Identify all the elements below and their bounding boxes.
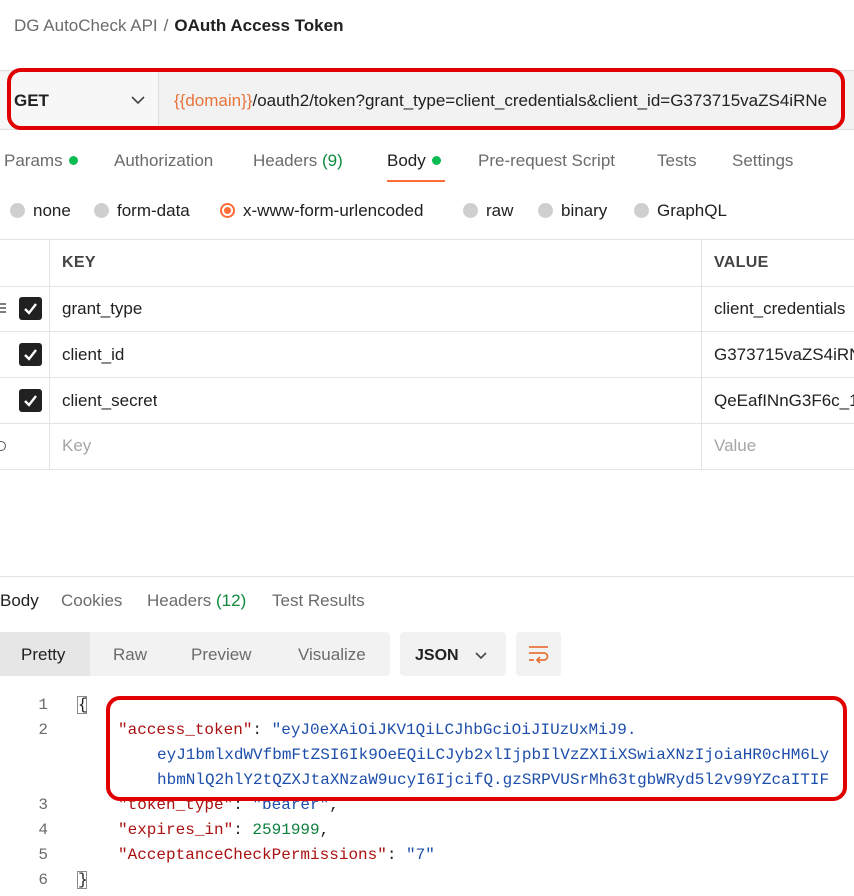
json-number-value: 2591999 <box>252 821 320 839</box>
param-value[interactable]: G373715vaZS4iRN <box>714 345 854 365</box>
wrap-lines-button[interactable] <box>516 632 561 676</box>
tab-headers-count: (9) <box>322 151 343 170</box>
wrap-lines-icon <box>529 646 549 664</box>
close-brace: } <box>77 871 88 889</box>
url-path: /oauth2/token?grant_type=client_credenti… <box>252 91 828 110</box>
param-key[interactable]: client_secret <box>62 391 157 411</box>
tab-params[interactable]: Params <box>4 151 78 171</box>
breadcrumb: DG AutoCheck API / OAuth Access Token <box>14 16 343 36</box>
checkmark-icon <box>24 395 37 407</box>
response-tab-test-results[interactable]: Test Results <box>272 591 365 611</box>
response-tab-headers-label: Headers <box>147 591 212 610</box>
body-type-graphql-label: GraphQL <box>657 201 727 220</box>
body-type-raw[interactable]: raw <box>463 201 513 221</box>
line-number: 2 <box>38 721 48 739</box>
json-string-value: "eyJ0eXAiOiJKV1QiLCJhbGciOiJIUzUxMiJ9. <box>271 721 637 739</box>
body-type-none-label: none <box>33 201 71 220</box>
request-title[interactable]: OAuth Access Token <box>174 16 343 35</box>
view-mode-visualize[interactable]: Visualize <box>298 645 366 665</box>
chevron-down-icon[interactable] <box>130 92 146 108</box>
access-token-continuation: eyJ1bmlxdWVfbmFtZSI6Ik9OeEQiLCJyb2xlIjpb… <box>157 746 830 764</box>
response-divider <box>0 576 854 577</box>
response-headers-count: (12) <box>216 591 247 610</box>
json-key: "expires_in" <box>118 821 234 839</box>
tab-pre-request-script[interactable]: Pre-request Script <box>478 151 615 171</box>
response-tab-headers[interactable]: Headers (12) <box>147 591 246 611</box>
body-status-dot-icon <box>431 156 441 166</box>
line-number: 5 <box>38 846 48 864</box>
tab-headers[interactable]: Headers (9) <box>253 151 343 171</box>
view-mode-raw[interactable]: Raw <box>113 645 147 665</box>
tab-body[interactable]: Body <box>387 151 441 171</box>
method-label: GET <box>14 91 49 110</box>
body-type-binary-label: binary <box>561 201 608 220</box>
checkmark-icon <box>24 303 37 315</box>
tab-authorization[interactable]: Authorization <box>114 151 213 171</box>
body-type-raw-label: raw <box>486 201 514 220</box>
param-value[interactable]: QeEafINnG3F6c_1 <box>714 391 854 411</box>
column-header-key: KEY <box>62 254 96 271</box>
row-checkbox[interactable] <box>19 343 42 366</box>
radio-icon <box>463 203 478 219</box>
checkmark-icon <box>24 349 37 361</box>
body-type-none[interactable]: none <box>10 201 71 221</box>
line-number: 6 <box>38 871 48 889</box>
body-type-form-data[interactable]: form-data <box>94 201 190 221</box>
body-type-urlencoded-label: x-www-form-urlencoded <box>243 201 424 220</box>
body-type-binary[interactable]: binary <box>538 201 607 221</box>
row-checkbox[interactable] <box>19 389 42 412</box>
format-label: JSON <box>415 647 459 664</box>
breadcrumb-separator: / <box>163 16 169 35</box>
body-type-graphql[interactable]: GraphQL <box>634 201 727 221</box>
params-status-dot-icon <box>68 156 78 166</box>
open-brace: { <box>77 696 88 714</box>
body-type-form-data-label: form-data <box>117 201 190 220</box>
url-input[interactable]: {{domain}}/oauth2/token?grant_type=clien… <box>174 91 854 111</box>
code-line-token-type: "token_type": "bearer", <box>118 796 339 814</box>
active-tab-underline <box>387 180 445 182</box>
tab-tests[interactable]: Tests <box>657 151 697 171</box>
param-value[interactable]: client_credentials <box>714 299 854 319</box>
drag-handle-icon[interactable] <box>0 301 8 315</box>
radio-icon <box>634 203 649 219</box>
json-key: "access_token" <box>118 721 253 739</box>
column-header-value: VALUE <box>714 254 769 271</box>
param-key[interactable]: grant_type <box>62 299 142 319</box>
body-type-urlencoded[interactable]: x-www-form-urlencoded <box>220 201 423 221</box>
response-tab-cookies[interactable]: Cookies <box>61 591 122 611</box>
response-tab-body[interactable]: Body <box>0 591 39 611</box>
line-number: 3 <box>38 796 48 814</box>
chevron-down-icon <box>475 652 487 660</box>
radio-icon <box>538 203 553 219</box>
tab-settings[interactable]: Settings <box>732 151 793 171</box>
tab-headers-label: Headers <box>253 151 318 170</box>
line-number: 1 <box>38 696 48 714</box>
new-value-input[interactable]: Value <box>714 436 756 456</box>
json-key: "AcceptanceCheckPermissions" <box>118 846 387 864</box>
radio-icon <box>94 203 109 219</box>
code-line-expires-in: "expires_in": 2591999, <box>118 821 330 839</box>
url-domain-variable: {{domain}} <box>174 91 253 110</box>
json-key: "token_type" <box>118 796 234 814</box>
param-key[interactable]: client_id <box>62 345 124 365</box>
code-line-permissions: "AcceptanceCheckPermissions": "7" <box>118 846 435 864</box>
column-divider <box>701 239 702 470</box>
access-token-continuation: hbmNlQ2hlY2tQZXJtaXNzaW9ucyI6IjcifQ.gzSR… <box>157 771 830 789</box>
radio-icon <box>10 203 25 219</box>
tab-params-label: Params <box>4 151 63 170</box>
column-divider <box>49 239 50 470</box>
view-mode-preview[interactable]: Preview <box>191 645 251 665</box>
new-key-input[interactable]: Key <box>62 436 91 456</box>
json-string-value: "bearer" <box>252 796 330 814</box>
view-mode-pretty[interactable]: Pretty <box>21 645 65 665</box>
line-number: 4 <box>38 821 48 839</box>
json-string-value: "7" <box>406 846 435 864</box>
row-checkbox[interactable] <box>19 297 42 320</box>
tab-body-label: Body <box>387 151 426 170</box>
radio-selected-icon <box>220 203 235 219</box>
code-line-access-token: "access_token": "eyJ0eXAiOiJKV1QiLCJhbGc… <box>118 721 637 739</box>
breadcrumb-collection[interactable]: DG AutoCheck API <box>14 16 158 35</box>
